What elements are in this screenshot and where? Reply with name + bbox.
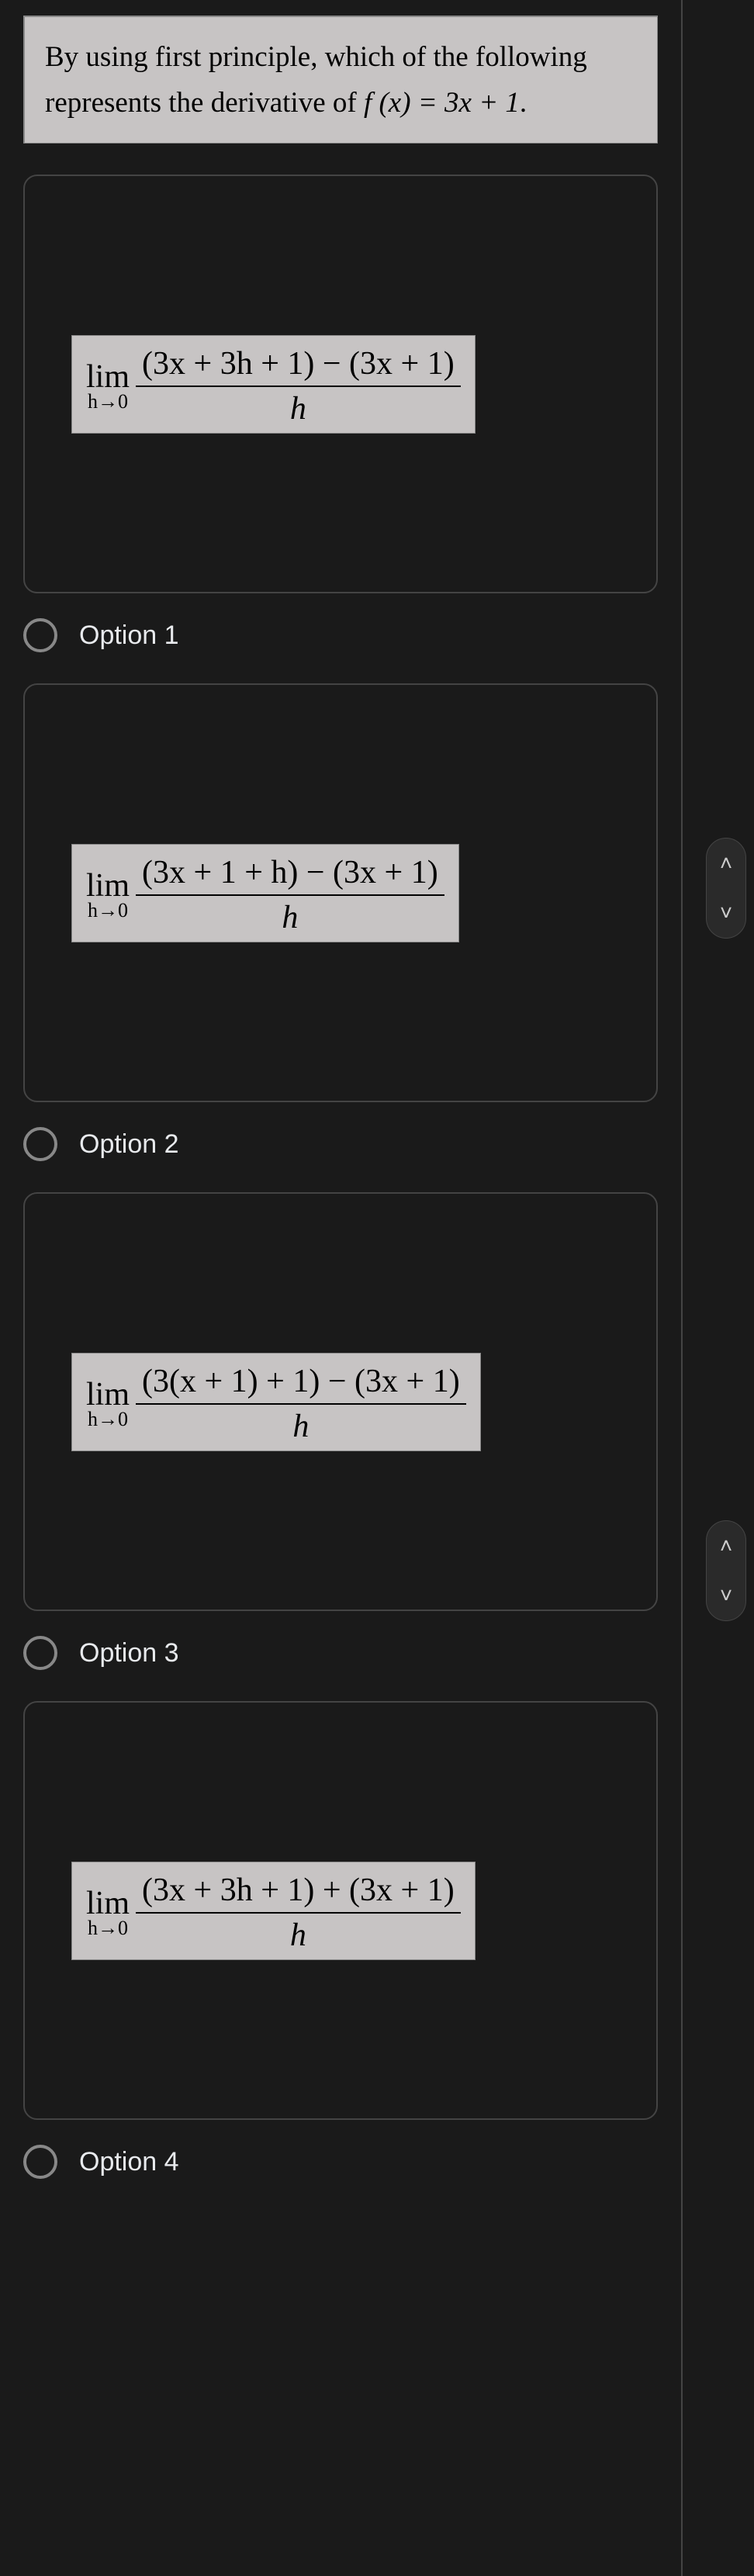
option-1-block: lim h→0 (3x + 3h + 1) − (3x + 1) h [23,175,658,593]
radio-option-2[interactable] [23,1127,57,1161]
option-2-row[interactable]: Option 2 [23,1127,658,1161]
lim-text: lim [86,361,130,393]
lim-sub: h→0 [88,1918,128,1938]
lim-sub: h→0 [88,901,128,921]
radio-option-3[interactable] [23,1636,57,1670]
option-1-math: lim h→0 (3x + 3h + 1) − (3x + 1) h [71,335,476,434]
side-nav-2: ˄ ˅ [706,1520,746,1621]
lim-sub: h→0 [88,392,128,412]
radio-option-4[interactable] [23,2145,57,2179]
option-3-block: lim h→0 (3(x + 1) + 1) − (3x + 1) h [23,1192,658,1611]
question-container: By using first principle, which of the f… [0,0,683,2576]
option-3-math: lim h→0 (3(x + 1) + 1) − (3x + 1) h [71,1353,481,1451]
lim-text: lim [86,1887,130,1920]
question-function: f (x) = 3x + 1 [364,87,520,119]
fraction: (3x + 3h + 1) − (3x + 1) h [136,345,461,428]
option-4-row[interactable]: Option 4 [23,2145,658,2179]
lim-text: lim [86,870,130,902]
chevron-up-icon[interactable]: ˄ [720,1535,732,1557]
limit-notation: lim h→0 [86,361,130,412]
lim-text: lim [86,1378,130,1411]
option-1-row[interactable]: Option 1 [23,618,658,652]
numerator: (3x + 1 + h) − (3x + 1) [136,854,444,896]
limit-notation: lim h→0 [86,870,130,921]
option-4-label: Option 4 [79,2147,179,2177]
option-3-row[interactable]: Option 3 [23,1636,658,1670]
option-3-label: Option 3 [79,1638,179,1668]
side-nav-1: ˄ ˅ [706,838,746,939]
chevron-down-icon[interactable]: ˅ [720,1585,732,1606]
denominator: h [282,896,298,936]
lim-sub: h→0 [88,1409,128,1430]
question-text: By using first principle, which of the f… [23,16,658,143]
option-2-block: lim h→0 (3x + 1 + h) − (3x + 1) h [23,683,658,1102]
limit-notation: lim h→0 [86,1378,130,1430]
question-line2c: . [520,87,527,119]
chevron-down-icon[interactable]: ˅ [720,902,732,924]
fraction: (3x + 1 + h) − (3x + 1) h [136,854,444,937]
chevron-up-icon[interactable]: ˄ [720,852,732,874]
option-4-math: lim h→0 (3x + 3h + 1) + (3x + 1) h [71,1862,476,1960]
limit-notation: lim h→0 [86,1887,130,1938]
denominator: h [290,387,306,427]
question-line1: By using first principle, which of the f… [45,41,587,73]
numerator: (3x + 3h + 1) + (3x + 1) [136,1872,461,1914]
denominator: h [292,1405,309,1445]
fraction: (3x + 3h + 1) + (3x + 1) h [136,1872,461,1955]
option-2-math: lim h→0 (3x + 1 + h) − (3x + 1) h [71,844,459,942]
radio-option-1[interactable] [23,618,57,652]
denominator: h [290,1914,306,1954]
fraction: (3(x + 1) + 1) − (3x + 1) h [136,1363,466,1446]
numerator: (3(x + 1) + 1) − (3x + 1) [136,1363,466,1405]
option-1-label: Option 1 [79,621,179,651]
option-4-block: lim h→0 (3x + 3h + 1) + (3x + 1) h [23,1701,658,2120]
option-2-label: Option 2 [79,1129,179,1160]
numerator: (3x + 3h + 1) − (3x + 1) [136,345,461,387]
question-line2a: represents the derivative of [45,87,364,119]
